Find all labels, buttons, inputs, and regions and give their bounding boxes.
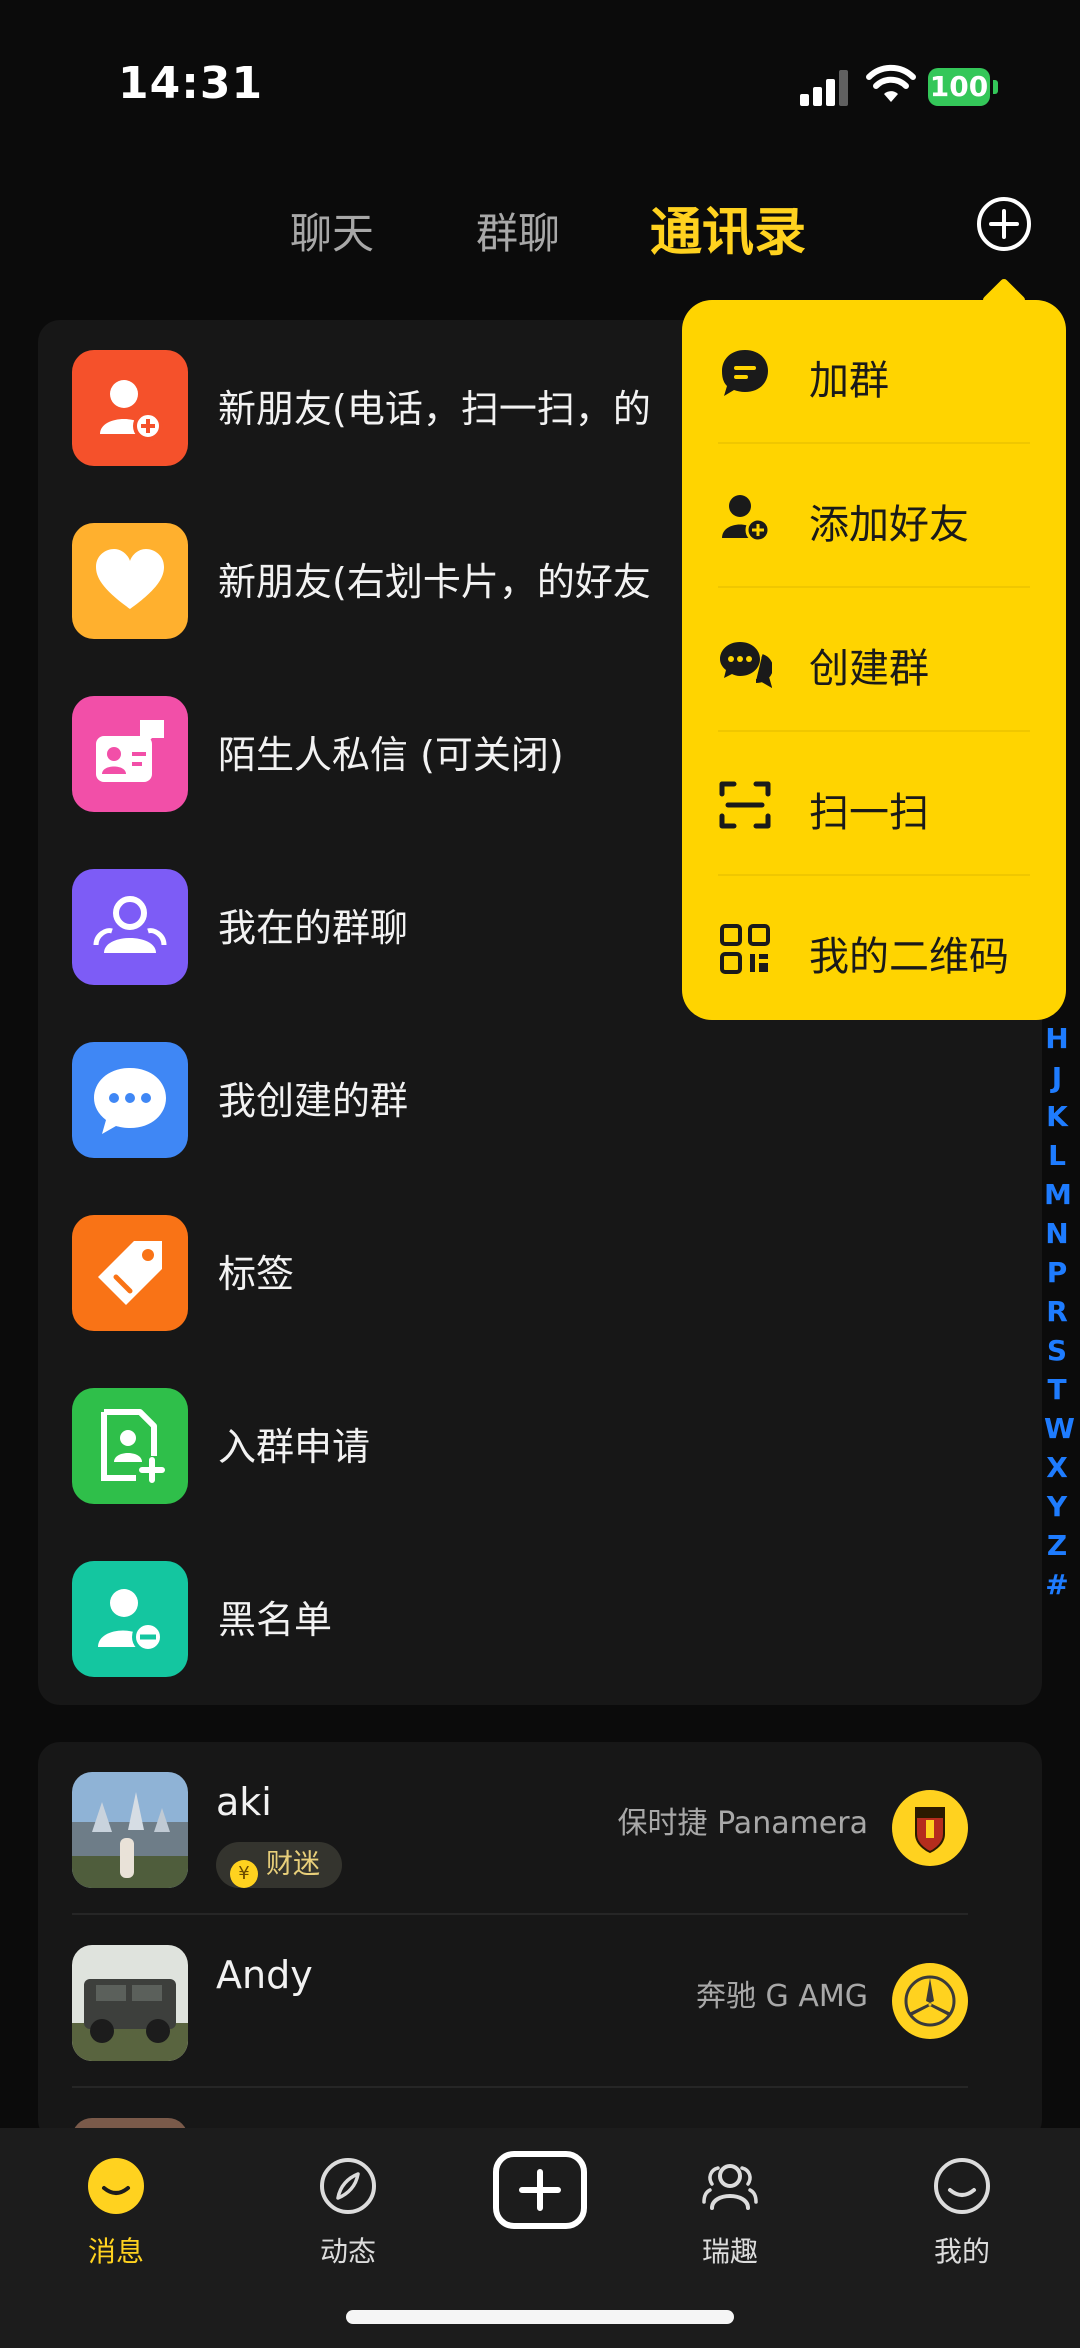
index-letter[interactable]: Y bbox=[1044, 1490, 1070, 1523]
friend-row-aki[interactable]: aki ¥ 财迷 保时捷 Panamera bbox=[38, 1742, 1042, 1915]
index-letter[interactable]: R bbox=[1044, 1295, 1070, 1328]
index-letter[interactable]: N bbox=[1044, 1217, 1070, 1250]
row-label: 黑名单 bbox=[218, 1598, 333, 1642]
add-popup-menu: 加群 添加好友 创建群 扫一扫 我的二维码 bbox=[682, 300, 1066, 1020]
create-group-icon bbox=[720, 642, 772, 688]
index-letter[interactable]: K bbox=[1044, 1100, 1070, 1133]
tab-contacts[interactable]: 通讯录 bbox=[650, 190, 806, 265]
wifi-icon bbox=[866, 64, 916, 102]
group-icon bbox=[72, 869, 188, 985]
post-add-button[interactable] bbox=[492, 2150, 588, 2230]
add-menu-button[interactable] bbox=[976, 196, 1032, 252]
status-badge: ¥ 财迷 bbox=[216, 1842, 342, 1888]
popup-item-my-qr-code[interactable]: 我的二维码 bbox=[682, 876, 1066, 1020]
popup-item-add-friend[interactable]: 添加好友 bbox=[682, 444, 1066, 588]
people-icon bbox=[702, 2164, 758, 2210]
friend-car: 保时捷 Panamera bbox=[617, 1806, 868, 1841]
index-letter[interactable]: X bbox=[1044, 1451, 1070, 1484]
index-letter[interactable]: P bbox=[1044, 1256, 1070, 1289]
row-label: 入群申请 bbox=[218, 1425, 371, 1469]
qr-code-icon bbox=[720, 924, 770, 974]
nav-messages[interactable]: 消息 bbox=[36, 2152, 196, 2272]
nav-label: 消息 bbox=[87, 2235, 144, 2268]
messages-icon bbox=[88, 2158, 144, 2214]
row-label: 陌生人私信 (可关闭) bbox=[218, 733, 564, 777]
index-letter[interactable]: H bbox=[1044, 1022, 1070, 1055]
heart-icon bbox=[72, 523, 188, 639]
row-label: 标签 bbox=[218, 1252, 295, 1296]
add-user-icon bbox=[72, 350, 188, 466]
cellular-signal-icon bbox=[800, 70, 848, 106]
badge-label: 财迷 bbox=[266, 1849, 320, 1880]
popup-label: 扫一扫 bbox=[809, 790, 929, 836]
popup-label: 创建群 bbox=[809, 646, 929, 692]
money-face-icon: ¥ bbox=[230, 1860, 258, 1888]
avatar[interactable] bbox=[72, 1945, 188, 2061]
nav-ruiqu[interactable]: 瑞趣 bbox=[650, 2152, 810, 2272]
friend-name: aki bbox=[216, 1780, 272, 1824]
tag-icon bbox=[72, 1215, 188, 1331]
scan-icon bbox=[719, 781, 771, 829]
index-letter[interactable]: J bbox=[1044, 1061, 1070, 1094]
row-tags[interactable]: 标签 bbox=[38, 1185, 1042, 1358]
index-letter[interactable]: T bbox=[1044, 1373, 1070, 1406]
index-letter[interactable]: L bbox=[1044, 1139, 1070, 1172]
nav-label: 动态 bbox=[319, 2235, 376, 2268]
friend-row-andy[interactable]: Andy 奔驰 G AMG bbox=[38, 1915, 1042, 2088]
popup-label: 加群 bbox=[809, 358, 889, 404]
row-group-requests[interactable]: 入群申请 bbox=[38, 1358, 1042, 1531]
popup-label: 添加好友 bbox=[809, 502, 969, 548]
row-label: 新朋友(电话，扫一扫，的 bbox=[218, 387, 651, 431]
friend-list: aki ¥ 财迷 保时捷 Panamera Andy 奔驰 G AMG bbox=[38, 1742, 1042, 2142]
battery-indicator: 100 bbox=[928, 68, 990, 106]
popup-item-create-group[interactable]: 创建群 bbox=[682, 588, 1066, 732]
popup-item-join-group[interactable]: 加群 bbox=[682, 300, 1066, 444]
index-letter[interactable]: Z bbox=[1044, 1529, 1070, 1562]
index-letter[interactable]: W bbox=[1044, 1412, 1075, 1445]
row-label: 我在的群聊 bbox=[218, 906, 409, 950]
row-label: 新朋友(右划卡片，的好友 bbox=[218, 560, 651, 604]
index-letter[interactable]: M bbox=[1044, 1178, 1072, 1211]
status-bar: 14:31 100 bbox=[0, 0, 1080, 170]
compass-icon bbox=[320, 2158, 376, 2214]
battery-tip bbox=[993, 80, 998, 94]
home-indicator[interactable] bbox=[346, 2310, 734, 2324]
porsche-logo-icon bbox=[892, 1790, 968, 1866]
index-letter[interactable]: # bbox=[1044, 1568, 1070, 1601]
popup-item-scan[interactable]: 扫一扫 bbox=[682, 732, 1066, 876]
tab-chat[interactable]: 聊天 bbox=[290, 200, 374, 261]
row-blocklist[interactable]: 黑名单 bbox=[38, 1531, 1042, 1704]
friend-name: Andy bbox=[216, 1953, 313, 1997]
nav-moments[interactable]: 动态 bbox=[268, 2152, 428, 2272]
popup-label: 我的二维码 bbox=[809, 934, 1009, 980]
status-time: 14:31 bbox=[118, 58, 264, 109]
row-label: 我创建的群 bbox=[218, 1079, 409, 1123]
join-group-icon bbox=[722, 350, 768, 396]
top-tabs: 聊天 群聊 通讯录 bbox=[0, 190, 1080, 270]
nav-label: 我的 bbox=[933, 2235, 990, 2268]
nav-label: 瑞趣 bbox=[701, 2235, 758, 2268]
tab-group-chat[interactable]: 群聊 bbox=[476, 200, 560, 261]
index-letter[interactable]: S bbox=[1044, 1334, 1070, 1367]
stranger-message-icon bbox=[72, 696, 188, 812]
group-request-icon bbox=[72, 1388, 188, 1504]
add-friend-icon bbox=[722, 495, 771, 543]
nav-me[interactable]: 我的 bbox=[882, 2152, 1042, 2272]
blocklist-icon bbox=[72, 1561, 188, 1677]
chat-bubble-icon bbox=[72, 1042, 188, 1158]
mercedes-logo-icon bbox=[892, 1963, 968, 2039]
friend-car: 奔驰 G AMG bbox=[696, 1979, 868, 2014]
smiley-icon bbox=[934, 2158, 990, 2214]
avatar[interactable] bbox=[72, 1772, 188, 1888]
row-created-groups[interactable]: 我创建的群 bbox=[38, 1012, 1042, 1185]
